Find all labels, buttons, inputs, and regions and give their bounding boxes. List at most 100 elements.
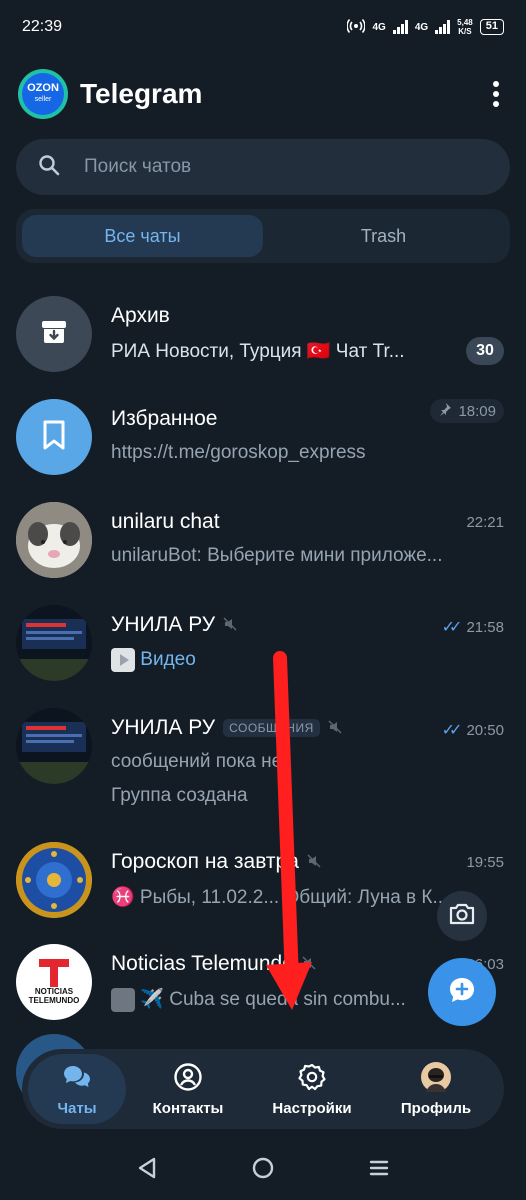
chat-preview: Видео <box>140 649 196 671</box>
muted-icon <box>302 952 316 976</box>
chat-time: 18:09 <box>458 402 496 420</box>
muted-icon <box>307 850 321 874</box>
saved-avatar <box>16 399 92 475</box>
recents-icon[interactable] <box>368 1157 390 1184</box>
back-icon[interactable] <box>136 1156 158 1185</box>
search-icon <box>38 154 60 181</box>
chat-preview: unilaruBot: Выберите мини приложе... <box>111 545 443 566</box>
more-menu-icon[interactable] <box>484 74 508 114</box>
archive-icon <box>39 317 69 352</box>
battery-indicator: 51 <box>479 19 504 35</box>
chat-item-unilaru[interactable]: unilaru chat unilaruBot: Выберите мини п… <box>0 488 526 591</box>
network-speed: 5,48 K/S <box>457 18 473 36</box>
chat-time-row: ✓✓ 21:58 <box>442 617 504 637</box>
settings-icon <box>297 1062 327 1096</box>
chat-item-saved[interactable]: Избранное https://t.me/goroskop_express … <box>0 385 526 488</box>
chat-title: Noticias Telemundo <box>111 952 294 975</box>
logo-text: OZON <box>27 82 59 94</box>
hotspot-icon <box>346 18 367 37</box>
chat-title-row: УНИЛА РУ <box>111 613 237 637</box>
status-icons: 4G 4G 5,48 K/S 51 <box>346 18 504 37</box>
chat-title: Архив <box>111 304 170 327</box>
chat-title: УНИЛА РУ <box>111 613 216 636</box>
chat-preview-row: ✈️ Cuba se queda sin combu... <box>111 987 481 1012</box>
app-header: OZON seller Telegram <box>0 62 526 126</box>
chat-title: unilaru chat <box>111 510 220 533</box>
unila-avatar <box>16 605 92 681</box>
nav-settings[interactable]: Настройки <box>250 1054 374 1124</box>
compose-icon <box>447 975 477 1010</box>
nav-label: Чаты <box>57 1099 97 1117</box>
topic-tag: СООБЩЕНИЯ <box>223 719 320 737</box>
nav-label: Профиль <box>400 1099 472 1117</box>
bookmark-icon <box>40 419 68 456</box>
camera-icon <box>448 902 476 931</box>
read-checks-icon: ✓✓ <box>441 722 463 739</box>
chat-preview: ♓ Рыбы, 11.02.2... Общий: Луна в К... <box>111 887 449 908</box>
home-icon[interactable] <box>251 1156 275 1185</box>
muted-icon <box>223 613 237 637</box>
chat-item-unila-ru-group[interactable]: УНИЛА РУ СООБЩЕНИЯ сообщений пока нет Гр… <box>0 694 526 824</box>
tab-all-chats[interactable]: Все чаты <box>22 215 263 257</box>
search-placeholder: Поиск чатов <box>84 156 192 177</box>
status-bar: 22:39 4G 4G 5,48 K/S 51 <box>0 0 526 54</box>
chat-preview: https://t.me/goroskop_express <box>111 442 366 463</box>
nav-label: Контакты <box>152 1099 224 1117</box>
chat-preview-secondary: Группа создана <box>111 785 248 806</box>
video-thumbnail-icon <box>111 648 135 672</box>
nav-chats[interactable]: Чаты <box>28 1054 126 1124</box>
status-time: 22:39 <box>22 18 63 35</box>
app-title: Telegram <box>80 78 203 109</box>
folder-tabs: Все чаты Trash <box>16 209 510 263</box>
chat-item-archive[interactable]: Архив РИА Новости, Турция 🇹🇷 Чат Tr... 3… <box>0 282 526 385</box>
tab-trash[interactable]: Trash <box>263 215 504 257</box>
nav-profile[interactable]: Профиль <box>374 1054 498 1124</box>
chat-item-unila-ru[interactable]: УНИЛА РУ Видео ✓✓ 21:58 <box>0 591 526 694</box>
chat-title: УНИЛА РУ <box>111 716 216 739</box>
telemundo-avatar: NOTICIAS TELEMUNDO <box>16 944 92 1020</box>
chat-time: 22:21 <box>466 514 504 531</box>
speed-unit: K/S <box>458 27 472 36</box>
chat-preview: РИА Новости, Турция 🇹🇷 Чат Tr... <box>111 341 405 362</box>
compose-button[interactable] <box>428 958 496 1026</box>
profile-icon <box>421 1061 451 1096</box>
speed-value: 5,48 <box>457 18 473 27</box>
chat-time: 21:58 <box>466 618 504 636</box>
nav-contacts[interactable]: Контакты <box>126 1054 250 1124</box>
archive-avatar <box>16 296 92 372</box>
account-avatar[interactable]: OZON seller <box>18 69 68 119</box>
chat-preview-row: Видео <box>111 648 481 672</box>
muted-icon <box>328 716 342 740</box>
chat-preview: ✈️ Cuba se queda sin combu... <box>140 989 406 1010</box>
chat-title: Гороскоп на завтра <box>111 850 299 873</box>
signal-icon <box>392 20 408 34</box>
read-checks-icon: ✓✓ <box>441 619 463 636</box>
chat-title: Избранное <box>111 407 218 430</box>
contacts-icon <box>173 1062 203 1096</box>
search-input[interactable]: Поиск чатов <box>16 139 510 195</box>
nav-label: Настройки <box>272 1099 352 1117</box>
chat-time: 19:55 <box>466 854 504 871</box>
chat-time-container: 18:09 <box>430 399 504 423</box>
chat-title-row: Гороскоп на завтра <box>111 850 321 874</box>
camera-button[interactable] <box>437 891 487 941</box>
telemundo-logo-text: NOTICIAS TELEMUNDO <box>28 987 80 1005</box>
unila-group-avatar <box>16 708 92 784</box>
chat-preview: сообщений пока нет <box>111 751 291 772</box>
chat-title-row: УНИЛА РУ СООБЩЕНИЯ <box>111 716 342 740</box>
network-type-2: 4G <box>414 21 429 33</box>
pin-icon <box>438 402 452 420</box>
logo-subtext: seller <box>34 96 52 103</box>
signal-icon-2 <box>435 20 451 34</box>
chats-icon <box>62 1062 92 1096</box>
cat-avatar <box>16 502 92 578</box>
image-thumbnail <box>111 987 135 1012</box>
ozon-logo: OZON seller <box>22 73 64 115</box>
chat-time: 20:50 <box>466 721 504 739</box>
bottom-navigation: Чаты Контакты Настройки Профиль <box>22 1049 504 1129</box>
network-type-1: 4G <box>372 21 386 33</box>
horoscope-avatar <box>16 842 92 918</box>
chat-time-row: ✓✓ 20:50 <box>442 720 504 740</box>
system-navigation-bar <box>0 1140 526 1200</box>
chat-title-row: Noticias Telemundo <box>111 952 316 976</box>
